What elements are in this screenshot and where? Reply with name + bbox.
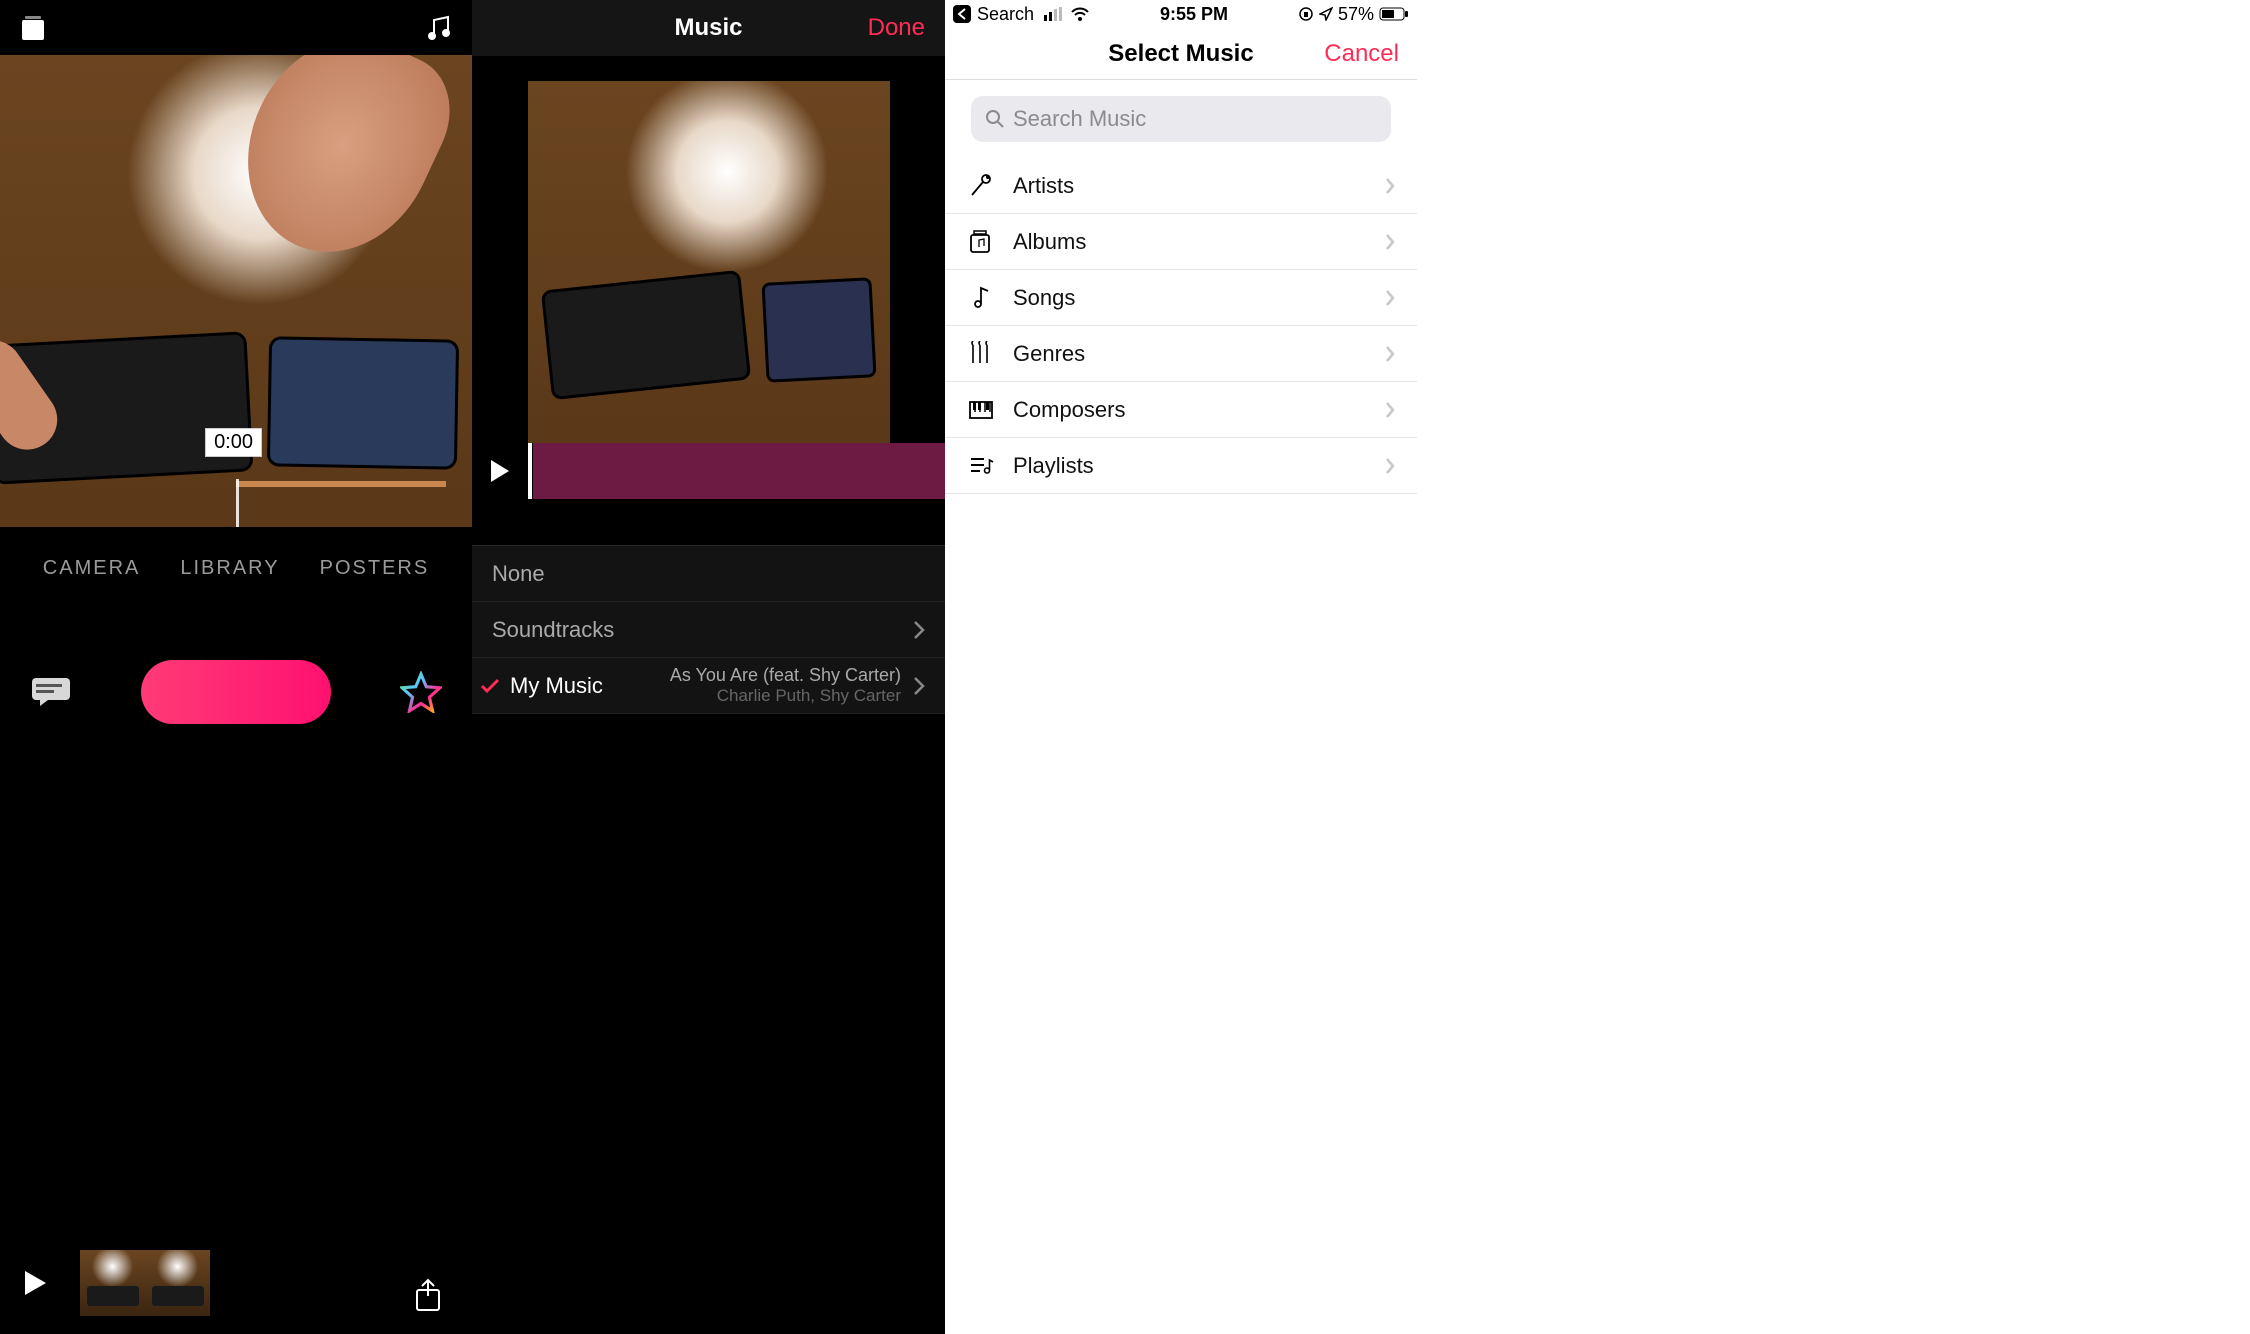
list-label: Composers [1013, 397, 1385, 423]
chevron-right-icon [1385, 457, 1395, 475]
play-button[interactable] [472, 458, 528, 484]
clips-editor-panel: 0:00 CAMERA LIBRARY POSTERS [0, 0, 472, 1334]
music-panel: Music Done None Soundtracks [472, 0, 945, 1334]
music-source-list: None Soundtracks My Music As You Are (fe… [472, 545, 945, 714]
back-to-app-icon[interactable] [953, 5, 971, 23]
select-music-panel: Search 9:55 PM 57% Select Music Cancel [945, 0, 1417, 1334]
list-label: Songs [1013, 285, 1385, 311]
playlist-icon [961, 455, 1001, 477]
list-item-composers[interactable]: Composers [945, 382, 1417, 438]
music-row-none[interactable]: None [472, 546, 945, 602]
battery-percent: 57% [1338, 4, 1374, 25]
projects-icon[interactable] [18, 13, 48, 43]
timeline-bar [0, 1232, 472, 1334]
chevron-right-icon [913, 676, 925, 696]
search-input[interactable]: Search Music [971, 96, 1391, 142]
clip-thumbnails[interactable] [80, 1250, 210, 1316]
list-item-songs[interactable]: Songs [945, 270, 1417, 326]
wifi-icon [1070, 7, 1090, 22]
album-icon [961, 229, 1001, 255]
editor-header [0, 0, 472, 55]
status-time: 9:55 PM [1160, 4, 1228, 25]
record-controls [0, 610, 472, 754]
tab-posters[interactable]: POSTERS [320, 557, 430, 580]
clip-thumb[interactable] [80, 1250, 145, 1316]
guitar-icon [961, 341, 1001, 367]
tab-camera[interactable]: CAMERA [43, 557, 141, 580]
cancel-button[interactable]: Cancel [1324, 40, 1399, 68]
page-title: Select Music [1108, 40, 1253, 68]
video-preview[interactable] [528, 81, 890, 443]
music-row-soundtracks[interactable]: Soundtracks [472, 602, 945, 658]
done-button[interactable]: Done [868, 14, 925, 42]
status-bar: Search 9:55 PM 57% [945, 0, 1417, 28]
time-badge: 0:00 [205, 428, 262, 457]
playhead[interactable] [236, 479, 239, 527]
effects-star-icon[interactable] [400, 671, 442, 713]
caption-icon[interactable] [30, 676, 72, 708]
mini-timeline [236, 481, 446, 487]
share-icon[interactable] [414, 1278, 442, 1312]
audio-track[interactable] [532, 443, 945, 499]
cellular-icon [1044, 7, 1064, 21]
music-header: Music Done [472, 0, 945, 56]
page-title: Music [674, 14, 742, 42]
microphone-icon [961, 173, 1001, 199]
search-icon [985, 109, 1005, 129]
clip-thumb[interactable] [145, 1250, 210, 1316]
chevron-right-icon [913, 620, 925, 640]
list-item-albums[interactable]: Albums [945, 214, 1417, 270]
music-row-mymusic[interactable]: My Music As You Are (feat. Shy Carter) C… [472, 658, 945, 714]
song-artist: Charlie Puth, Shy Carter [670, 686, 901, 706]
piano-icon [961, 400, 1001, 420]
video-preview[interactable]: 0:00 [0, 55, 472, 527]
tab-library[interactable]: LIBRARY [180, 557, 279, 580]
list-item-playlists[interactable]: Playlists [945, 438, 1417, 494]
search-placeholder: Search Music [1013, 106, 1146, 132]
record-button[interactable] [141, 660, 331, 724]
current-song: As You Are (feat. Shy Carter) Charlie Pu… [670, 665, 901, 707]
music-timeline [472, 443, 945, 499]
select-music-header: Select Music Cancel [945, 28, 1417, 80]
chevron-right-icon [1385, 289, 1395, 307]
lock-orient-icon [1298, 6, 1314, 22]
chevron-right-icon [1385, 345, 1395, 363]
back-to-app-label[interactable]: Search [977, 4, 1034, 25]
song-title: As You Are (feat. Shy Carter) [670, 665, 901, 687]
chevron-right-icon [1385, 401, 1395, 419]
list-label: Genres [1013, 341, 1385, 367]
music-icon[interactable] [426, 14, 454, 42]
list-label: Playlists [1013, 453, 1385, 479]
row-label: My Music [510, 673, 670, 699]
list-label: Artists [1013, 173, 1385, 199]
chevron-right-icon [1385, 177, 1395, 195]
battery-icon [1379, 7, 1409, 21]
location-icon [1319, 7, 1333, 21]
chevron-right-icon [1385, 233, 1395, 251]
list-label: Albums [1013, 229, 1385, 255]
note-icon [961, 285, 1001, 311]
source-tabs: CAMERA LIBRARY POSTERS [0, 527, 472, 610]
list-item-artists[interactable]: Artists [945, 158, 1417, 214]
row-label: None [492, 561, 925, 587]
music-category-list: Artists Albums Songs Genres [945, 158, 1417, 494]
checkmark-icon [480, 677, 500, 695]
preview-content [214, 55, 470, 283]
list-item-genres[interactable]: Genres [945, 326, 1417, 382]
row-label: Soundtracks [492, 617, 913, 643]
play-button[interactable] [20, 1268, 50, 1298]
